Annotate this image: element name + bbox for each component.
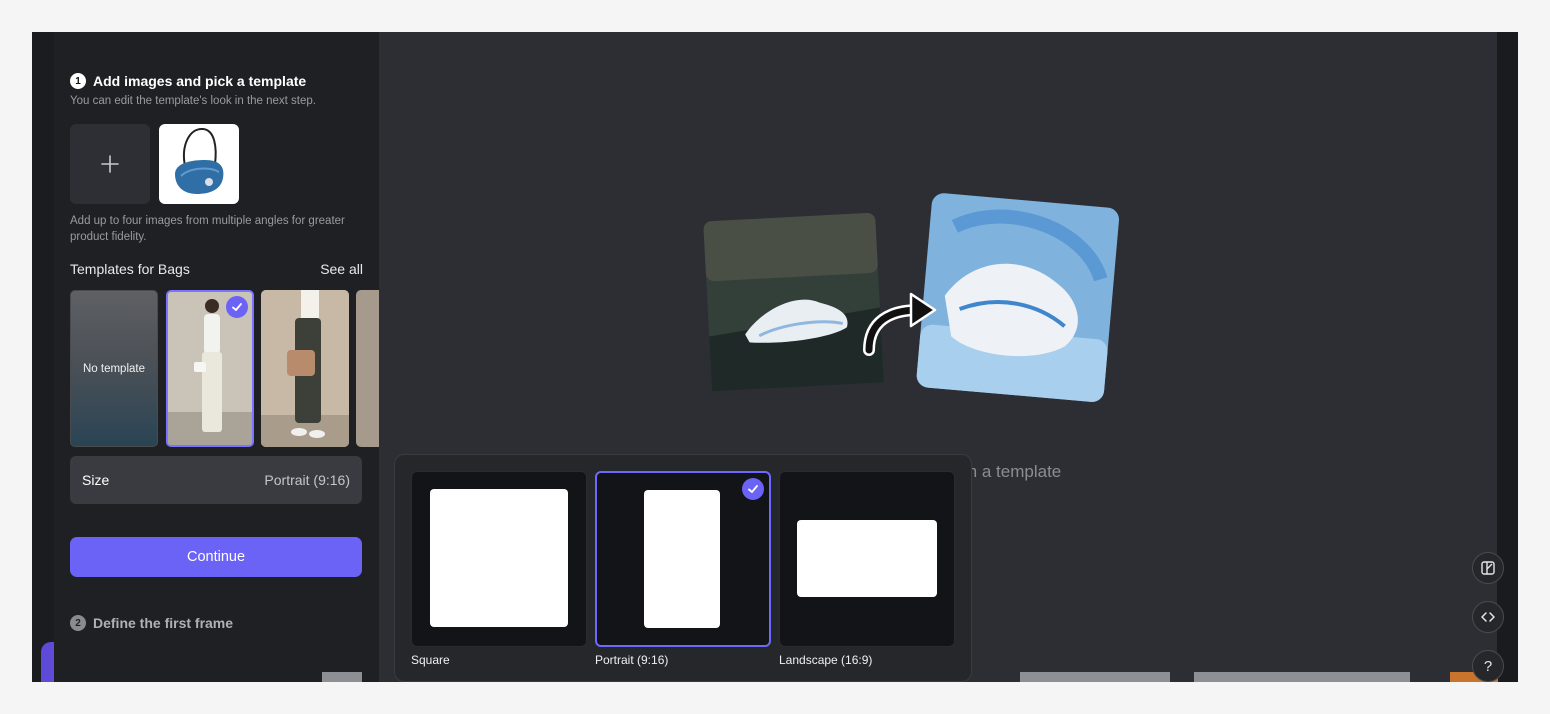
size-value: Portrait (9:16)	[264, 472, 350, 488]
right-edge-strip	[1497, 32, 1518, 682]
see-all-link[interactable]: See all	[320, 261, 363, 277]
before-after-illustration	[703, 193, 1120, 402]
template-illustration	[699, 192, 1139, 412]
landscape-shape-preview	[797, 520, 937, 597]
template-image-tan-bag	[261, 290, 349, 447]
step-1-title: Add images and pick a template	[93, 73, 307, 89]
portrait-shape-preview	[644, 490, 720, 628]
size-option-portrait[interactable]	[595, 471, 771, 647]
size-option-portrait-label: Portrait (9:16)	[595, 653, 669, 667]
help-button[interactable]: ?	[1472, 650, 1504, 682]
size-selector[interactable]: Size Portrait (9:16)	[70, 456, 362, 504]
size-label: Size	[82, 472, 110, 488]
images-hint: Add up to four images from multiple angl…	[70, 215, 345, 243]
no-template-label: No template	[82, 362, 145, 375]
template-white-outfit[interactable]	[166, 290, 254, 447]
template-none[interactable]: No template	[70, 290, 158, 447]
app-window: 1 Add images and pick a template You can…	[32, 32, 1518, 682]
template-tan-bag[interactable]	[261, 290, 349, 447]
uploaded-image-bag[interactable]	[159, 124, 239, 204]
step-2-number: 2	[70, 615, 86, 631]
step-1-header: 1 Add images and pick a template	[70, 73, 306, 89]
step-1-number: 1	[70, 73, 86, 89]
size-option-square[interactable]	[411, 471, 587, 647]
code-tool-button[interactable]	[1472, 601, 1504, 633]
add-image-button[interactable]	[70, 124, 150, 204]
canvas-hint-text: m a template	[963, 462, 1062, 481]
size-option-landscape[interactable]	[779, 471, 955, 647]
size-option-square-label: Square	[411, 653, 450, 667]
layout-icon	[1481, 561, 1495, 575]
step-1-subtitle: You can edit the template's look in the …	[70, 95, 316, 107]
step-2-title: Define the first frame	[93, 615, 234, 631]
help-icon: ?	[1483, 657, 1493, 675]
bottom-thumbnail	[1020, 672, 1170, 682]
bag-image	[175, 127, 224, 194]
size-option-landscape-label: Landscape (16:9)	[779, 653, 873, 667]
continue-button[interactable]: Continue	[70, 537, 362, 577]
plus-icon	[101, 155, 119, 173]
bottom-thumbnail	[1194, 672, 1410, 682]
step-2-header[interactable]: 2 Define the first frame	[70, 615, 233, 631]
templates-title: Templates for Bags	[70, 261, 190, 277]
layout-tool-button[interactable]	[1472, 552, 1504, 584]
left-panel: 1 Add images and pick a template You can…	[54, 32, 386, 682]
size-options-popup: Square Portrait (9:16) Landscape (16:9)	[394, 454, 972, 682]
square-shape-preview	[430, 489, 568, 627]
code-icon	[1481, 612, 1495, 622]
selected-check-icon	[226, 296, 248, 318]
bottom-thumbnail	[322, 672, 362, 682]
selected-check-icon	[742, 478, 764, 500]
